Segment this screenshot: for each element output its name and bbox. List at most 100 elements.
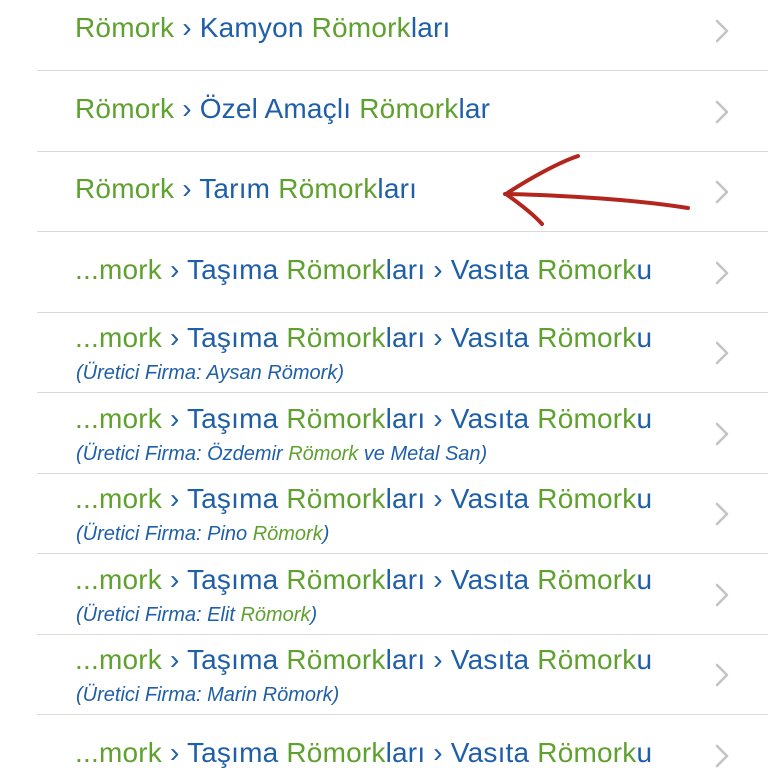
path-text: Taşıma [186,322,287,353]
path-text: › [161,322,187,353]
list-item[interactable]: ...mork › Taşıma Römorkları › Vasıta Röm… [0,233,768,313]
category-path: ...mork › Taşıma Römorkları › Vasıta Röm… [75,321,695,355]
chevron-right-icon [714,661,730,689]
chevron-right-icon [714,420,730,448]
path-text: ları [385,563,426,595]
path-text: Vasıta [450,402,538,434]
path-text: Vasıta [450,322,538,353]
path-text: (Üretici Firma: Aysan Römork) [76,362,344,384]
category-path: ...mork › Taşıma Römorkları › Vasıta Röm… [75,253,695,287]
chevron-right-icon [714,742,730,768]
highlighted-term: ...mork [75,402,162,434]
list-item[interactable]: Römork › Kamyon Römorkları [0,0,768,71]
path-text: Kamyon [199,12,312,43]
path-text: u [636,402,653,434]
manufacturer-note: (Üretici Firma: Marin Römork) [76,683,339,707]
category-path: ...mork › Taşıma Römorkları › Vasıta Röm… [75,643,695,677]
path-text: u [636,483,653,514]
highlighted-term: Römork [75,173,175,204]
manufacturer-note: (Üretici Firma: Pino Römork) [76,522,329,546]
path-text: u [636,736,653,768]
highlighted-term: Römork [252,523,323,545]
path-text: › [425,644,451,675]
path-text: › [161,644,187,675]
path-text: › [161,402,187,434]
path-text: › [161,253,187,285]
path-text: (Üretici Firma: Marin Römork) [76,684,340,706]
path-text: › [425,402,451,434]
category-result-list: Römork › Kamyon Römorkları Römork › Özel … [0,0,768,768]
path-text: ) [322,523,330,545]
list-item[interactable]: ...mork › Taşıma Römorkları › Vasıta Röm… [0,313,768,393]
path-text: Taşıma [186,563,287,595]
highlighted-term: Römork [75,92,175,124]
highlighted-term: Römork [311,12,411,43]
list-item[interactable]: ...mork › Taşıma Römorkları › Vasıta Röm… [0,394,768,474]
path-text: ları [385,322,426,353]
highlighted-term: Römork [240,603,311,626]
chevron-right-icon [714,98,730,126]
path-text: › [161,563,187,595]
highlighted-term: Römork [537,402,637,434]
highlighted-term: Römork [286,402,386,434]
path-text: (Üretici Firma: Elit [76,603,241,626]
category-path: ...mork › Taşıma Römorkları › Vasıta Röm… [75,482,695,516]
chevron-right-icon [714,500,730,528]
highlighted-term: Römork [537,483,637,514]
path-text: Taşıma [186,402,287,434]
manufacturer-note: (Üretici Firma: Özdemir Römork ve Metal … [76,442,487,466]
path-text: ları [410,12,451,43]
path-text: › [425,563,451,595]
list-item[interactable]: ...mork › Taşıma Römorkları › Vasıta Röm… [0,555,768,635]
path-text: ları [385,483,426,514]
category-path: Römork › Özel Amaçlı Römorklar [75,92,695,126]
highlighted-term: Römork [286,483,386,514]
path-text: › [425,736,451,768]
path-text: ları [385,736,426,768]
path-text: Vasıta [450,563,538,595]
path-text: ) [310,603,318,626]
list-item[interactable]: ...mork › Taşıma Römorkları › Vasıta Röm… [0,716,768,768]
path-text: Vasıta [450,253,538,285]
category-path: ...mork › Taşıma Römorkları › Vasıta Röm… [75,736,695,768]
list-item[interactable]: ...mork › Taşıma Römorkları › Vasıta Röm… [0,474,768,554]
path-text: › [161,736,187,768]
chevron-right-icon [714,581,730,609]
path-text: Taşıma [186,736,287,768]
highlighted-term: Römork [75,12,175,43]
list-item[interactable]: ...mork › Taşıma Römorkları › Vasıta Röm… [0,635,768,715]
path-text: Tarım [199,173,279,204]
highlighted-term: Römork [288,442,359,465]
path-text: Taşıma [186,253,287,285]
chevron-right-icon [714,178,730,206]
highlighted-term: Römork [537,644,637,675]
highlighted-term: ...mork [75,483,162,514]
path-text: Taşıma [186,644,287,675]
path-text: › [174,173,200,204]
path-text: ve Metal San) [358,442,488,465]
highlighted-term: Römork [286,736,386,768]
chevron-right-icon [714,259,730,287]
chevron-right-icon [714,339,730,367]
path-text: Vasıta [450,483,538,514]
path-text: › [161,483,187,514]
highlighted-term: Römork [537,322,637,353]
path-text: › [174,12,200,43]
path-text: u [636,563,653,595]
hand-drawn-arrow-icon [503,154,690,226]
path-text: ları [385,644,426,675]
highlighted-term: Römork [359,92,459,124]
path-text: ları [377,173,418,204]
path-text: u [636,322,653,353]
path-text: ları [385,402,426,434]
path-text: › [425,483,451,514]
path-text: Vasıta [450,644,538,675]
path-text: › [425,322,451,353]
highlighted-term: Römork [537,253,637,285]
highlighted-term: ...mork [75,644,162,675]
path-text: Vasıta [450,736,538,768]
category-path: ...mork › Taşıma Römorkları › Vasıta Röm… [75,402,695,436]
manufacturer-note: (Üretici Firma: Elit Römork) [76,603,317,627]
highlighted-term: ...mork [75,253,162,285]
path-text: ları [385,253,426,285]
